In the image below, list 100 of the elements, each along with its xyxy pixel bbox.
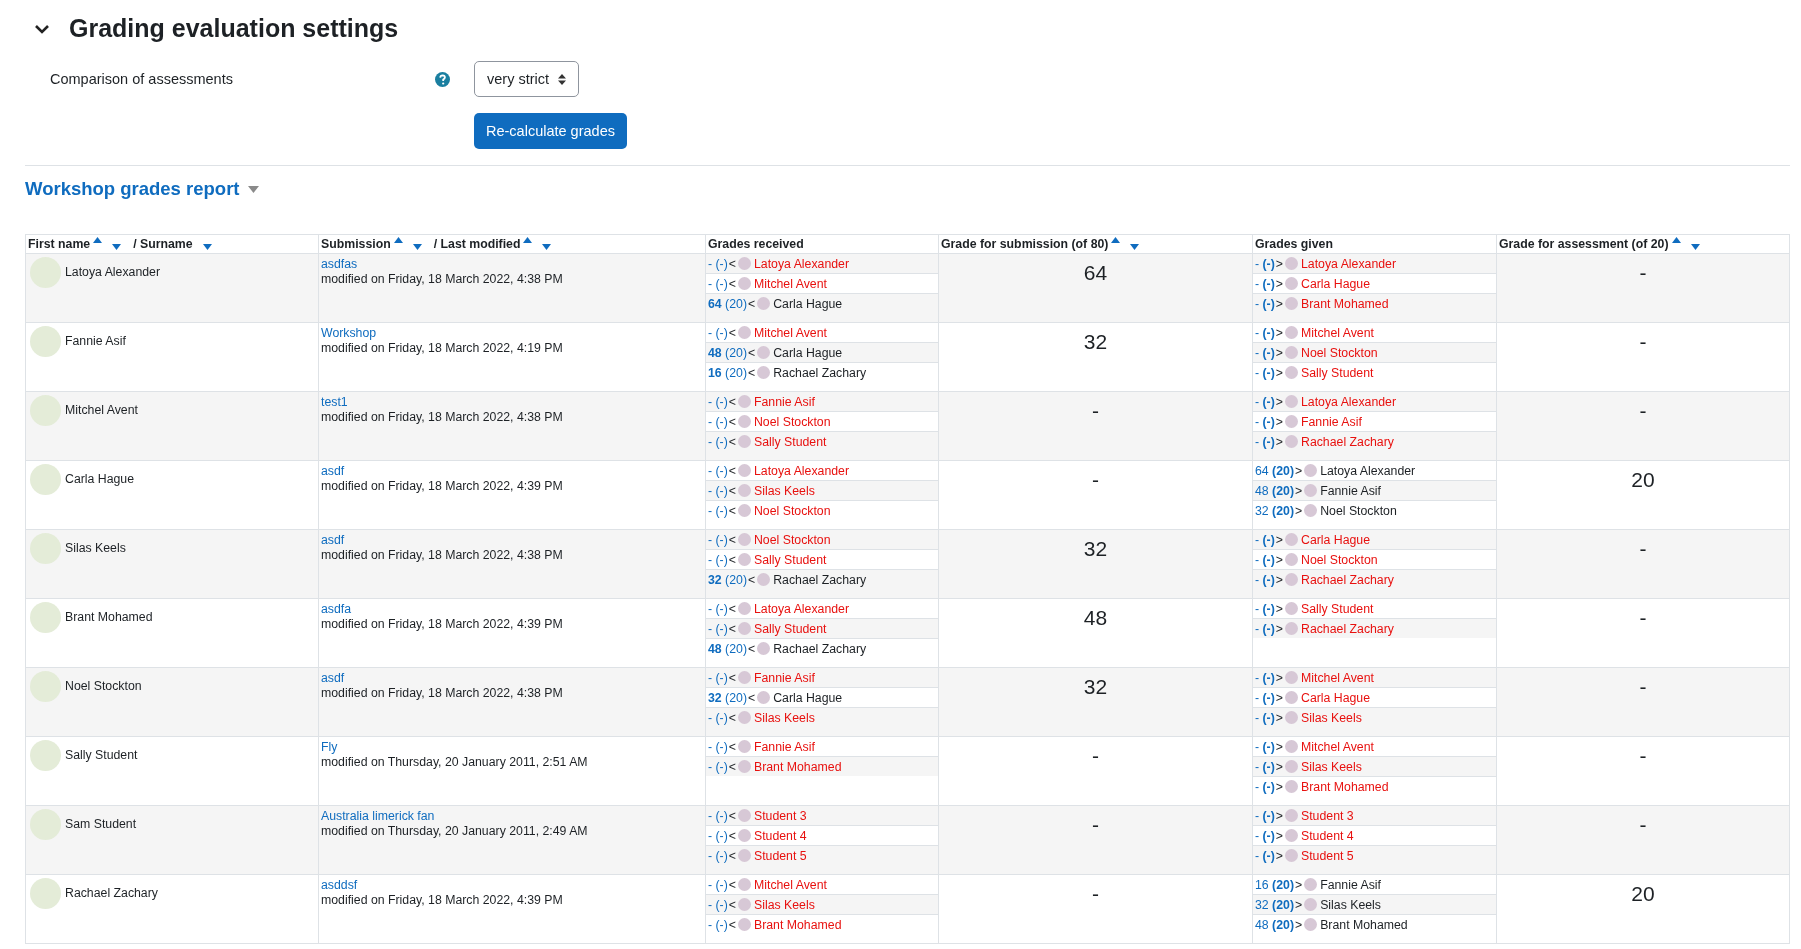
column-header[interactable]: Submission xyxy=(321,237,391,251)
grade-text[interactable]: - (-) xyxy=(1255,434,1275,449)
reviewer-link[interactable]: Latoya Alexander xyxy=(754,601,849,616)
reviewer-link[interactable]: Mitchel Avent xyxy=(754,877,827,892)
reviewer-link[interactable]: Fannie Asif xyxy=(1301,414,1362,429)
reviewer-link[interactable]: Student 3 xyxy=(754,808,807,823)
grade-text[interactable]: - (-) xyxy=(708,503,728,518)
grade-text[interactable]: 16 (20) xyxy=(1255,877,1294,892)
grade-text[interactable]: - (-) xyxy=(708,828,728,843)
reviewer-link[interactable]: Noel Stockton xyxy=(1301,345,1378,360)
grade-text[interactable]: 32 (20) xyxy=(708,690,747,705)
reviewer-link[interactable]: Latoya Alexander xyxy=(1301,256,1397,271)
grade-text[interactable]: - (-) xyxy=(1255,670,1275,685)
reviewer-link[interactable]: Noel Stockton xyxy=(754,532,831,547)
grade-text[interactable]: - (-) xyxy=(708,414,728,429)
grade-text[interactable]: - (-) xyxy=(1255,828,1275,843)
grade-text[interactable]: - (-) xyxy=(1255,572,1275,587)
reviewer-link[interactable]: Latoya Alexander xyxy=(1301,394,1397,409)
grade-text[interactable]: - (-) xyxy=(1255,345,1275,360)
grade-text[interactable]: 48 (20) xyxy=(708,345,747,360)
reviewer-link[interactable]: Rachael Zachary xyxy=(773,365,867,380)
grade-text[interactable]: - (-) xyxy=(1255,690,1275,705)
reviewer-link[interactable]: Mitchel Avent xyxy=(1301,739,1374,754)
grade-text[interactable]: - (-) xyxy=(708,256,728,271)
reviewer-link[interactable]: Fannie Asif xyxy=(1320,483,1381,498)
grade-text[interactable]: - (-) xyxy=(1255,532,1275,547)
reviewer-link[interactable]: Silas Keels xyxy=(1301,710,1362,725)
reviewer-link[interactable]: Brant Mohamed xyxy=(754,759,842,774)
reviewer-link[interactable]: Brant Mohamed xyxy=(1301,779,1389,794)
grade-text[interactable]: - (-) xyxy=(1255,808,1275,823)
chevron-icon[interactable] xyxy=(35,23,49,34)
reviewer-link[interactable]: Brant Mohamed xyxy=(1301,296,1389,311)
grade-text[interactable]: - (-) xyxy=(1255,779,1275,794)
grade-text[interactable]: - (-) xyxy=(708,877,728,892)
column-header[interactable]: / Last modified xyxy=(433,237,521,251)
reviewer-link[interactable]: Brant Mohamed xyxy=(754,917,842,932)
reviewer-link[interactable]: Silas Keels xyxy=(1301,759,1362,774)
reviewer-link[interactable]: Latoya Alexander xyxy=(754,256,849,271)
grade-text[interactable]: 48 (20) xyxy=(708,641,747,656)
reviewer-link[interactable]: Latoya Alexander xyxy=(754,463,849,478)
grade-text[interactable]: - (-) xyxy=(1255,759,1275,774)
reviewer-link[interactable]: Mitchel Avent xyxy=(1301,670,1374,685)
grade-text[interactable]: - (-) xyxy=(708,848,728,863)
column-header[interactable]: / Surname xyxy=(133,237,193,251)
submission-link[interactable]: asdf xyxy=(321,671,345,685)
reviewer-link[interactable]: Silas Keels xyxy=(754,710,815,725)
grade-text[interactable]: - (-) xyxy=(1255,325,1275,340)
grade-text[interactable]: - (-) xyxy=(1255,621,1275,636)
grade-text[interactable]: - (-) xyxy=(708,552,728,567)
reviewer-link[interactable]: Mitchel Avent xyxy=(754,325,827,340)
reviewer-link[interactable]: Fannie Asif xyxy=(754,394,815,409)
reviewer-link[interactable]: Fannie Asif xyxy=(754,739,815,754)
reviewer-link[interactable]: Mitchel Avent xyxy=(754,276,827,291)
grade-text[interactable]: - (-) xyxy=(708,710,728,725)
reviewer-link[interactable]: Carla Hague xyxy=(773,296,843,311)
grade-text[interactable]: - (-) xyxy=(708,808,728,823)
grade-text[interactable]: - (-) xyxy=(708,621,728,636)
grade-text[interactable]: 16 (20) xyxy=(708,365,747,380)
submission-link[interactable]: Fly xyxy=(321,740,338,754)
submission-link[interactable]: Workshop xyxy=(321,326,377,340)
reviewer-link[interactable]: Rachael Zachary xyxy=(1301,434,1394,449)
grade-text[interactable]: - (-) xyxy=(708,759,728,774)
reviewer-link[interactable]: Brant Mohamed xyxy=(1320,917,1408,932)
submission-link[interactable]: asdfas xyxy=(321,257,358,271)
reviewer-link[interactable]: Silas Keels xyxy=(754,483,815,498)
grade-text[interactable]: - (-) xyxy=(708,276,728,291)
submission-link[interactable]: asddsf xyxy=(321,878,358,892)
grade-text[interactable]: - (-) xyxy=(708,394,728,409)
grade-text[interactable]: - (-) xyxy=(1255,276,1275,291)
submission-link[interactable]: asdf xyxy=(321,464,345,478)
grade-text[interactable]: - (-) xyxy=(708,917,728,932)
reviewer-link[interactable]: Noel Stockton xyxy=(1320,503,1397,518)
reviewer-link[interactable]: Noel Stockton xyxy=(754,414,831,429)
submission-link[interactable]: asdf xyxy=(321,533,345,547)
reviewer-link[interactable]: Student 3 xyxy=(1301,808,1354,823)
grade-text[interactable]: 32 (20) xyxy=(1255,897,1294,912)
grade-text[interactable]: - (-) xyxy=(1255,256,1275,271)
grade-text[interactable]: - (-) xyxy=(1255,739,1275,754)
grade-text[interactable]: 32 (20) xyxy=(1255,503,1294,518)
grade-text[interactable]: - (-) xyxy=(708,601,728,616)
grade-text[interactable]: - (-) xyxy=(708,325,728,340)
grade-text[interactable]: - (-) xyxy=(1255,414,1275,429)
grade-text[interactable]: - (-) xyxy=(1255,394,1275,409)
submission-link[interactable]: Australia limerick fan xyxy=(321,809,435,823)
grade-text[interactable]: - (-) xyxy=(1255,552,1275,567)
grade-text[interactable]: 48 (20) xyxy=(1255,483,1294,498)
grade-text[interactable]: - (-) xyxy=(708,897,728,912)
reviewer-link[interactable]: Student 5 xyxy=(1301,848,1354,863)
reviewer-link[interactable]: Rachael Zachary xyxy=(1301,572,1394,587)
grade-text[interactable]: - (-) xyxy=(708,532,728,547)
grade-text[interactable]: 32 (20) xyxy=(708,572,747,587)
reviewer-link[interactable]: Silas Keels xyxy=(754,897,815,912)
reviewer-link[interactable]: Noel Stockton xyxy=(1301,552,1378,567)
grade-text[interactable]: - (-) xyxy=(708,463,728,478)
grade-text[interactable]: - (-) xyxy=(708,670,728,685)
reviewer-link[interactable]: Fannie Asif xyxy=(1320,877,1381,892)
reviewer-link[interactable]: Sally Student xyxy=(754,621,827,636)
grade-text[interactable]: 48 (20) xyxy=(1255,917,1294,932)
grade-text[interactable]: - (-) xyxy=(1255,365,1275,380)
reviewer-link[interactable]: Latoya Alexander xyxy=(1320,463,1416,478)
